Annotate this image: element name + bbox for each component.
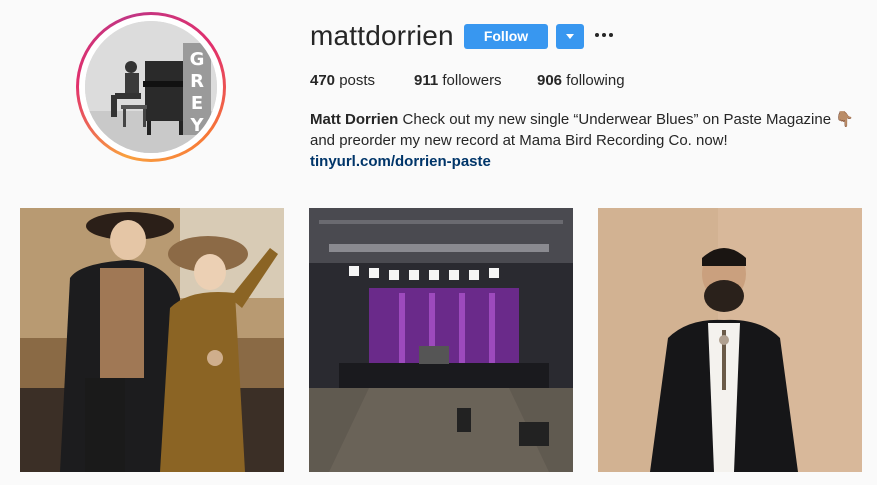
profile-avatar-ring[interactable]: G R E Y bbox=[76, 12, 226, 162]
chevron-down-icon bbox=[566, 34, 574, 39]
bio-link[interactable]: tinyurl.com/dorrien-paste bbox=[310, 151, 870, 172]
following-count: 906 bbox=[537, 72, 563, 89]
post-thumbnail-2[interactable] bbox=[309, 208, 573, 472]
followers-label: followers bbox=[442, 72, 502, 89]
profile-username: mattdorrien bbox=[310, 20, 454, 51]
post-image bbox=[20, 208, 284, 472]
post-image bbox=[309, 208, 573, 472]
dot-icon bbox=[595, 33, 599, 37]
svg-text:E: E bbox=[191, 93, 203, 114]
following-label: following bbox=[566, 72, 625, 89]
avatar-border: G R E Y bbox=[79, 15, 223, 159]
posts-stat: 470 posts bbox=[310, 72, 375, 89]
followers-count: 911 bbox=[414, 72, 439, 89]
post-image bbox=[598, 208, 862, 472]
followers-stat[interactable]: 911 followers bbox=[414, 72, 502, 89]
following-stat[interactable]: 906 following bbox=[537, 72, 625, 89]
bio-text-1: Check out my new single “Underwear Blues… bbox=[402, 111, 854, 128]
profile-bio: Matt Dorrien Check out my new single “Un… bbox=[310, 109, 870, 172]
dot-icon bbox=[602, 33, 606, 37]
bio-text-2: and preorder my new record at Mama Bird … bbox=[310, 132, 728, 149]
post-thumbnail-3[interactable] bbox=[598, 208, 862, 472]
posts-count: 470 bbox=[310, 72, 336, 89]
avatar-image: G R E Y bbox=[85, 21, 217, 153]
svg-text:Y: Y bbox=[189, 115, 204, 136]
avatar[interactable]: G R E Y bbox=[85, 21, 217, 153]
svg-text:G: G bbox=[190, 49, 205, 70]
full-name: Matt Dorrien bbox=[310, 111, 399, 128]
bio-line-1: Matt Dorrien Check out my new single “Un… bbox=[310, 109, 870, 130]
dot-icon bbox=[609, 33, 613, 37]
suggested-accounts-dropdown-button[interactable] bbox=[556, 24, 584, 49]
more-options-button[interactable] bbox=[595, 30, 613, 40]
svg-text:R: R bbox=[190, 71, 204, 92]
posts-label: posts bbox=[339, 72, 376, 89]
follow-button[interactable]: Follow bbox=[464, 24, 548, 49]
post-thumbnail-1[interactable] bbox=[20, 208, 284, 472]
